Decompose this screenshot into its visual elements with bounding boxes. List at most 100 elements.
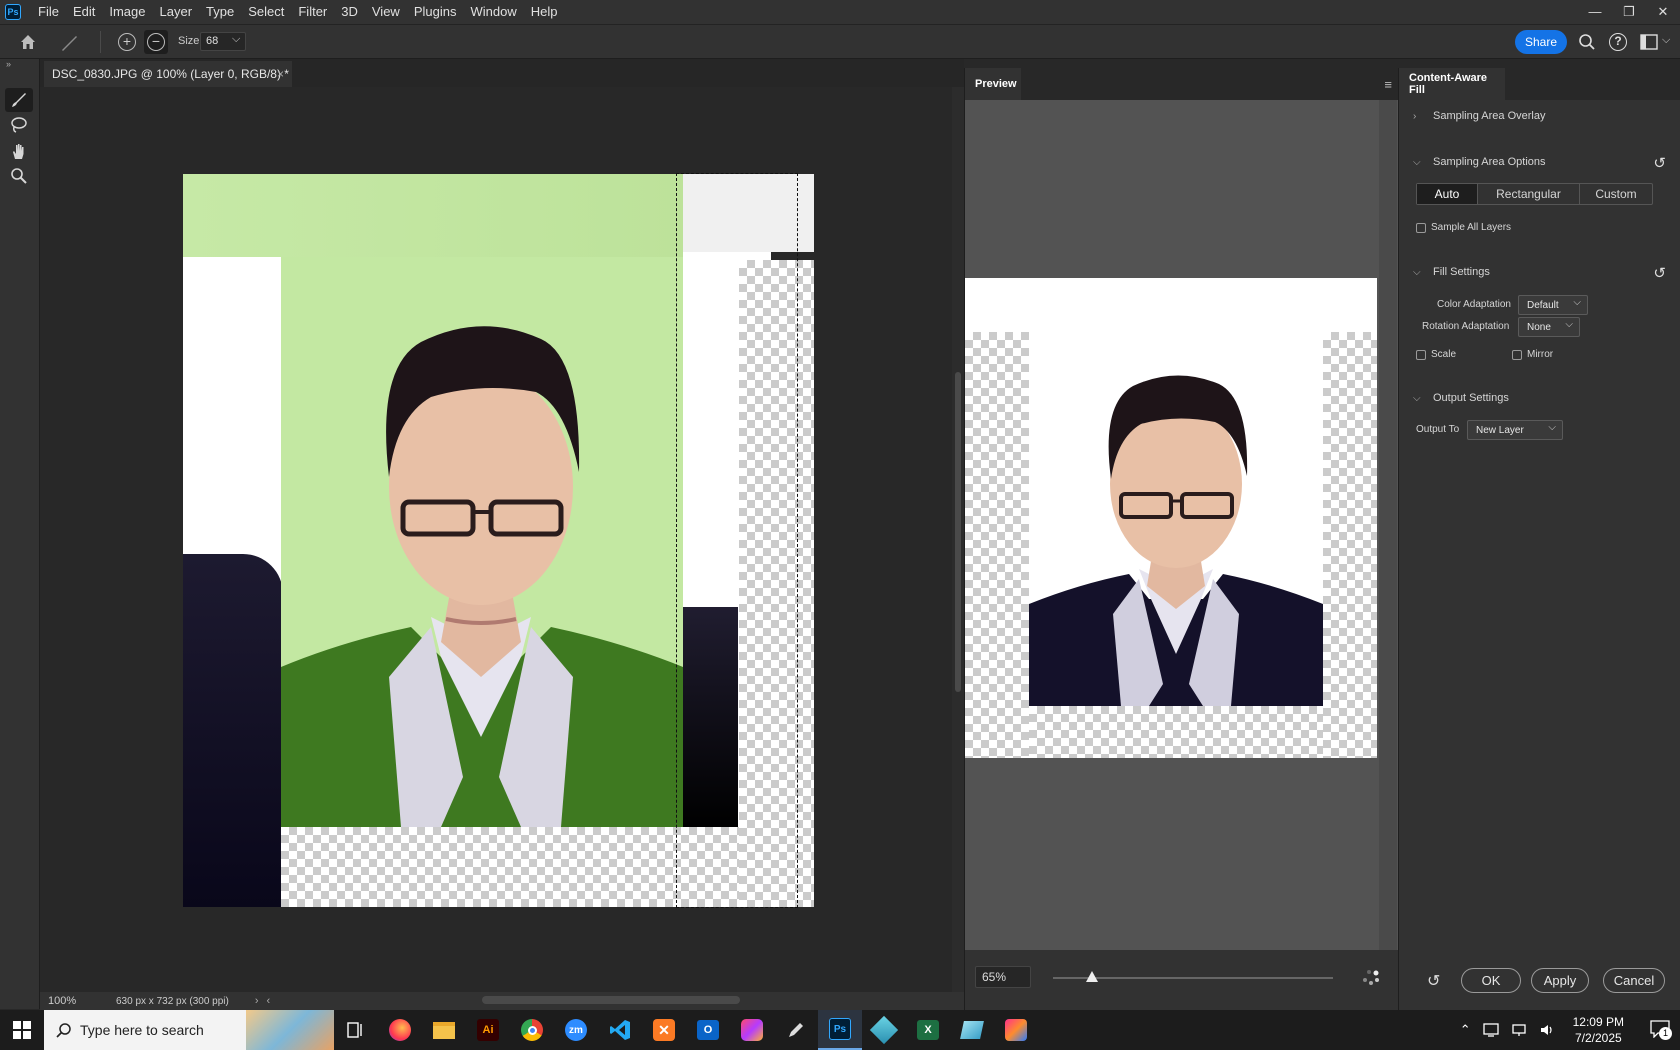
close-window-button[interactable]: ✕	[1646, 4, 1680, 20]
preview-scrollbar[interactable]	[1379, 100, 1397, 1010]
sampling-custom-button[interactable]: Custom	[1579, 184, 1652, 204]
start-button[interactable]	[0, 1010, 44, 1050]
lasso-tool[interactable]	[5, 113, 33, 137]
zoom-app[interactable]: zm	[554, 1010, 598, 1050]
brush-preset-button[interactable]	[58, 32, 80, 54]
notes-icon	[960, 1021, 984, 1039]
menu-select[interactable]: Select	[241, 0, 291, 24]
preview-zoom-input[interactable]: 65%	[975, 966, 1031, 988]
sample-all-layers-checkbox[interactable]: Sample All Layers	[1416, 222, 1511, 233]
output-to-dropdown[interactable]: New Layer	[1467, 420, 1563, 440]
app-crystal[interactable]	[862, 1010, 906, 1050]
creative-cloud-app[interactable]	[730, 1010, 774, 1050]
add-to-sample-icon[interactable]: +	[118, 33, 136, 51]
apply-button[interactable]: Apply	[1531, 968, 1589, 993]
section-sampling-options[interactable]: ⌵ Sampling Area Options	[1413, 156, 1546, 168]
jetbrains-icon	[1005, 1019, 1027, 1041]
close-tab-icon[interactable]: ×	[277, 61, 284, 87]
preview-transparent-left	[965, 332, 1029, 758]
scale-checkbox[interactable]: Scale	[1416, 349, 1456, 360]
network-icon[interactable]	[1511, 1022, 1527, 1038]
ok-button[interactable]: OK	[1461, 968, 1521, 993]
reset-icon[interactable]: ↺	[1653, 264, 1666, 282]
volume-icon[interactable]	[1539, 1022, 1555, 1038]
collapse-arrows-icon[interactable]: »	[6, 59, 11, 69]
task-view-button[interactable]	[334, 1010, 378, 1050]
home-button[interactable]	[18, 32, 38, 52]
menu-help[interactable]: Help	[524, 0, 565, 24]
help-icon[interactable]: ?	[1609, 33, 1627, 51]
workspace-icon[interactable]	[1640, 34, 1658, 50]
scrollbar-horizontal-thumb[interactable]	[482, 996, 740, 1004]
cancel-button[interactable]: Cancel	[1603, 968, 1665, 993]
display-icon[interactable]	[1482, 1022, 1499, 1038]
preview-footer: 65%	[965, 950, 1399, 1010]
vscode-app[interactable]	[598, 1010, 642, 1050]
zoom-slider-track[interactable]	[1053, 971, 1333, 982]
chevron-down-icon[interactable]: ⌵	[232, 33, 240, 46]
chrome-app[interactable]	[510, 1010, 554, 1050]
photoshop-app-active[interactable]: Ps	[818, 1010, 862, 1050]
menu-image[interactable]: Image	[102, 0, 152, 24]
pen-tool-app[interactable]	[774, 1010, 818, 1050]
menu-3d[interactable]: 3D	[334, 0, 365, 24]
menu-layer[interactable]: Layer	[153, 0, 200, 24]
reset-all-icon[interactable]: ↺	[1427, 971, 1440, 991]
status-bar: 100% 630 px x 732 px (300 ppi) › ‹	[40, 992, 964, 1010]
panel-menu-icon[interactable]: ≡	[1384, 77, 1392, 92]
mirror-checkbox[interactable]: Mirror	[1512, 349, 1553, 360]
reset-icon[interactable]: ↺	[1653, 154, 1666, 172]
file-explorer-app[interactable]	[422, 1010, 466, 1050]
subtract-from-sample-button[interactable]: −	[144, 30, 168, 54]
chevron-down-icon: ⌵	[1413, 392, 1421, 404]
minimize-button[interactable]: —	[1578, 4, 1612, 20]
content-aware-fill-tab[interactable]: Content-Aware Fill	[1399, 68, 1505, 100]
preview-transparent-right	[1323, 332, 1377, 758]
hand-tool[interactable]	[5, 139, 33, 163]
section-output-settings[interactable]: ⌵ Output Settings	[1413, 392, 1509, 404]
sampling-brush-tool[interactable]	[5, 88, 33, 112]
canvas-area[interactable]	[40, 87, 952, 992]
app-jetbrains[interactable]	[994, 1010, 1038, 1050]
excel-app[interactable]: X	[906, 1010, 950, 1050]
firefox-app[interactable]	[378, 1010, 422, 1050]
notifications-button[interactable]: 1	[1650, 1019, 1672, 1041]
search-icon[interactable]	[1578, 33, 1596, 51]
xampp-app[interactable]: ✕	[642, 1010, 686, 1050]
sampling-options-label: Sampling Area Options	[1433, 156, 1546, 168]
share-button[interactable]: Share	[1515, 30, 1567, 54]
scrollbar-thumb[interactable]	[955, 372, 961, 692]
app-notes[interactable]	[950, 1010, 994, 1050]
sampling-rectangular-button[interactable]: Rectangular	[1477, 184, 1579, 204]
illustrator-app[interactable]: Ai	[466, 1010, 510, 1050]
clock-time: 12:09 PM	[1572, 1015, 1624, 1029]
menu-type[interactable]: Type	[199, 0, 241, 24]
status-zoom[interactable]: 100%	[48, 995, 98, 1007]
tray-chevron-up-icon[interactable]: ⌃	[1460, 1022, 1471, 1038]
clock[interactable]: 12:09 PM 7/2/2025	[1573, 1014, 1624, 1046]
rotation-adaptation-dropdown[interactable]: None	[1518, 317, 1580, 337]
restore-button[interactable]: ❐	[1612, 4, 1646, 20]
menu-edit[interactable]: Edit	[66, 0, 102, 24]
zoom-icon	[11, 168, 27, 184]
menu-plugins[interactable]: Plugins	[407, 0, 464, 24]
taskbar-search-box[interactable]: Type here to search	[44, 1010, 334, 1050]
color-adaptation-dropdown[interactable]: Default	[1518, 295, 1588, 315]
status-menu-arrow-icon[interactable]: ›	[255, 995, 259, 1007]
menu-window[interactable]: Window	[463, 0, 523, 24]
canvas-scrollbar-vertical[interactable]	[952, 87, 964, 992]
menu-file[interactable]: File	[31, 0, 66, 24]
menu-view[interactable]: View	[365, 0, 407, 24]
section-fill-settings[interactable]: ⌵ Fill Settings	[1413, 266, 1490, 278]
sampling-auto-button[interactable]: Auto	[1417, 184, 1477, 204]
zoom-slider-handle[interactable]	[1086, 971, 1099, 982]
menu-filter[interactable]: Filter	[291, 0, 334, 24]
section-sampling-overlay[interactable]: › Sampling Area Overlay	[1413, 110, 1546, 122]
zoom-tool[interactable]	[5, 164, 33, 188]
preview-tab[interactable]: Preview	[965, 68, 1021, 100]
scroll-left-icon[interactable]: ‹	[267, 995, 271, 1007]
document-tab[interactable]: DSC_0830.JPG @ 100% (Layer 0, RGB/8) * ×	[44, 61, 292, 87]
color-adaptation-value: Default	[1527, 299, 1559, 311]
outlook-app[interactable]: O	[686, 1010, 730, 1050]
chevron-down-icon[interactable]: ⌵	[1662, 34, 1670, 47]
